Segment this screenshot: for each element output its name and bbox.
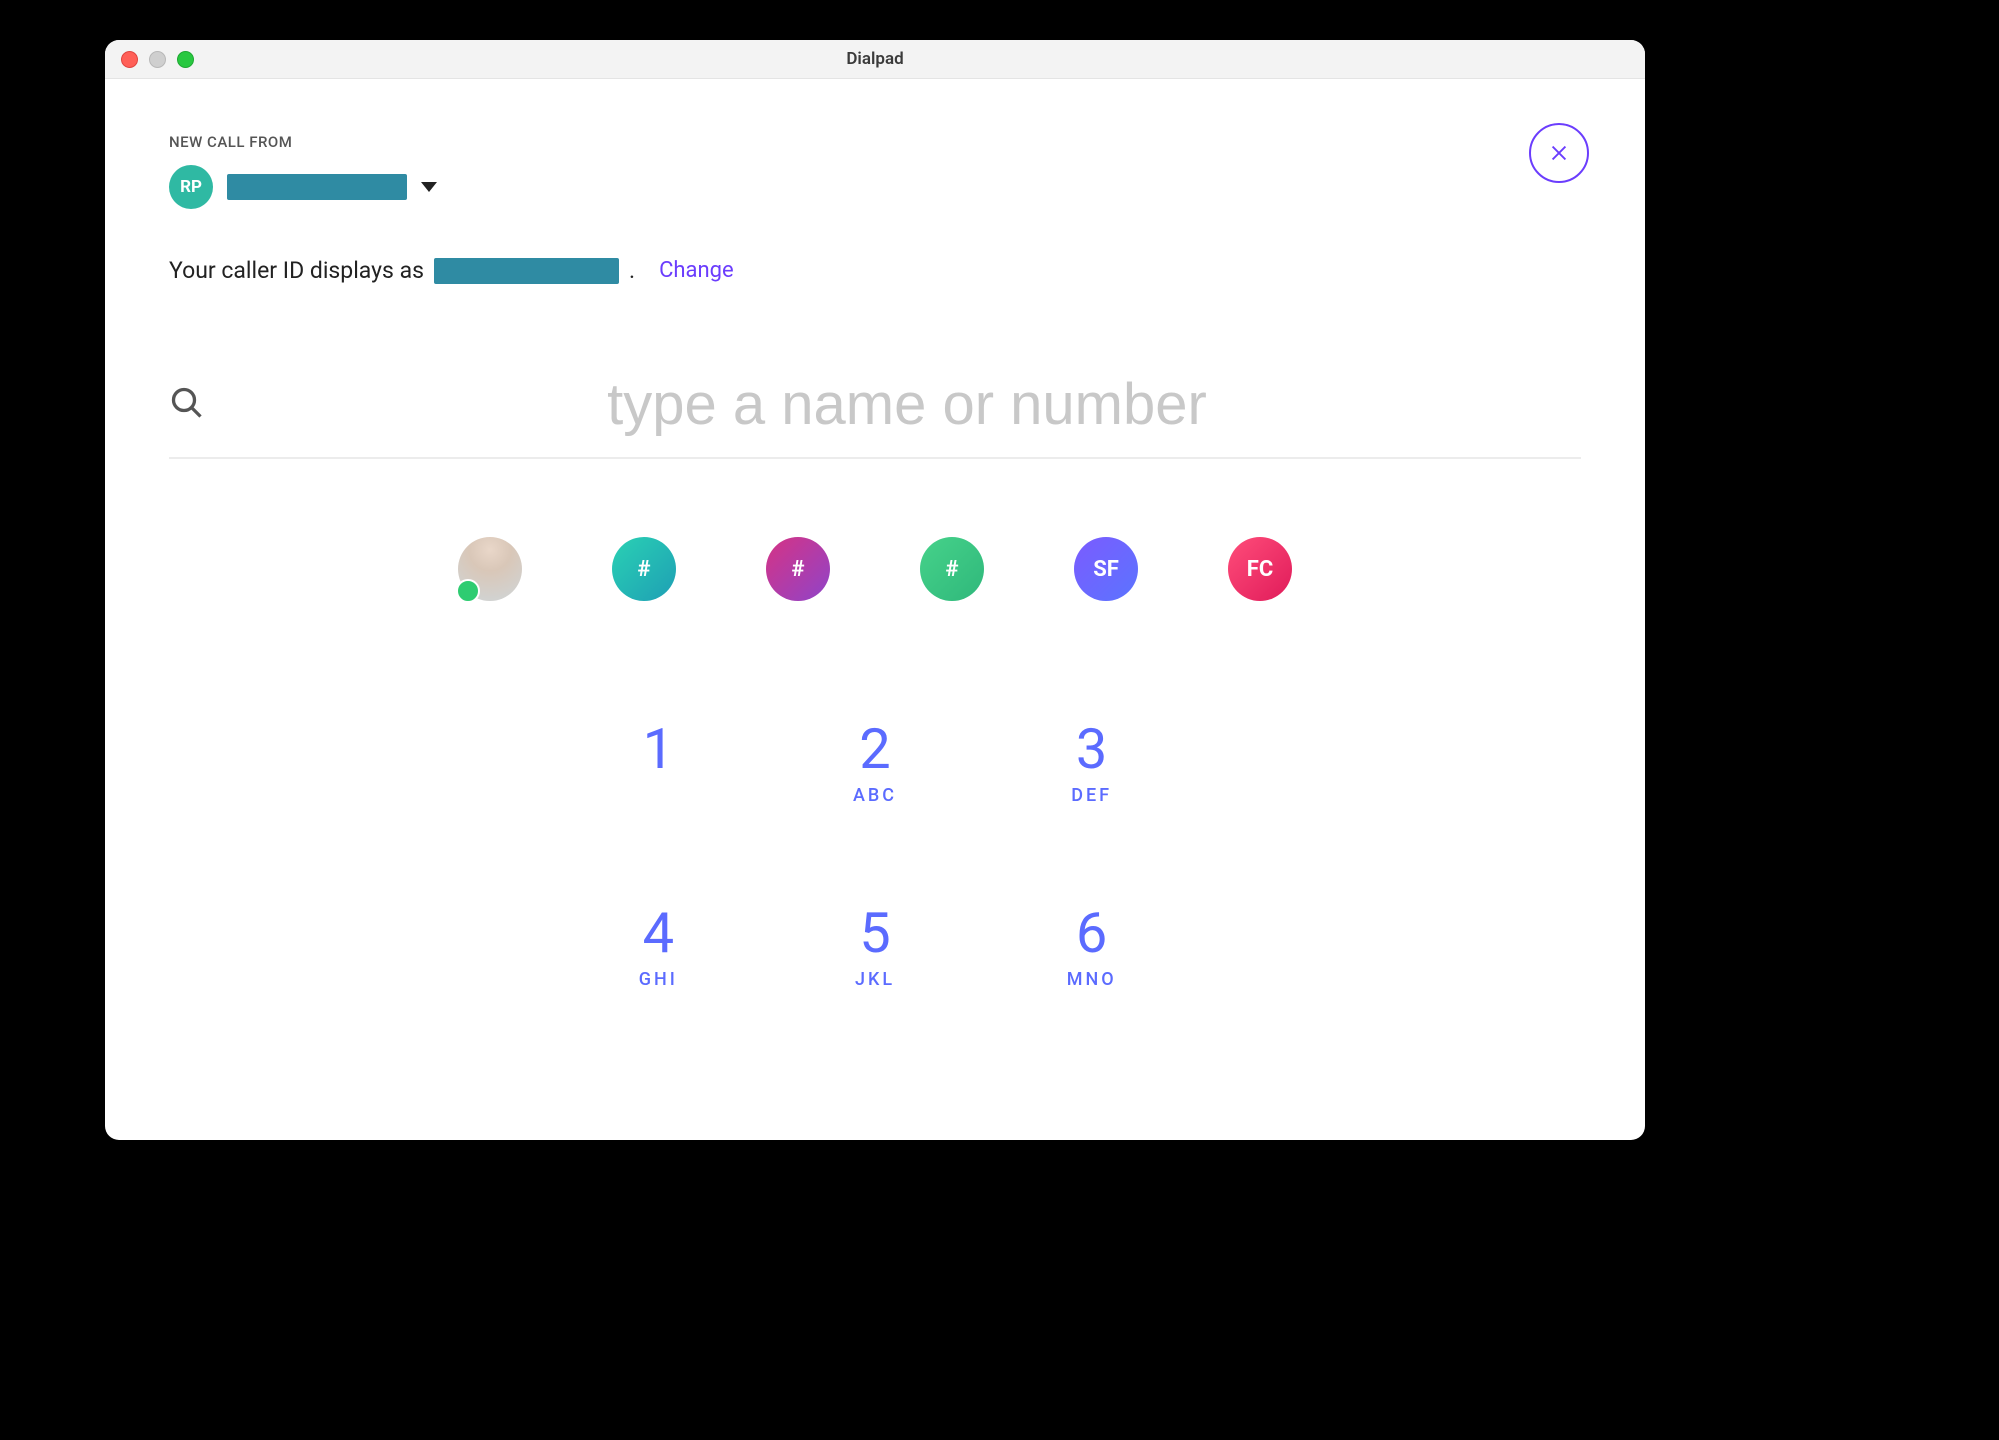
contact-chip[interactable] [458,537,522,601]
contact-chip[interactable]: # [766,537,830,601]
avatar-initials: RP [180,177,202,197]
keypad-letters: MNO [998,969,1185,989]
keypad-key-4[interactable]: 4 GHI [565,905,752,989]
hash-icon: # [945,557,958,582]
titlebar: Dialpad [105,40,1645,79]
keypad-key-5[interactable]: 5 JKL [782,905,969,989]
app-window: Dialpad NEW CALL FROM RP Your caller ID … [105,40,1645,1140]
avatar: RP [169,165,213,209]
search-icon [169,385,205,425]
keypad-letters [565,785,752,805]
contact-initials: SF [1093,557,1119,582]
chevron-down-icon[interactable] [421,182,437,192]
window-title: Dialpad [105,49,1645,69]
hash-icon: # [791,557,804,582]
window-close-icon[interactable] [121,51,138,68]
contact-chip[interactable]: # [612,537,676,601]
new-call-from-label: NEW CALL FROM [169,133,1581,151]
keypad-key-6[interactable]: 6 MNO [998,905,1185,989]
contact-chip[interactable]: # [920,537,984,601]
hash-icon: # [637,557,650,582]
window-controls [105,51,194,68]
keypad-digit: 5 [782,905,969,961]
window-zoom-icon[interactable] [177,51,194,68]
content: NEW CALL FROM RP Your caller ID displays… [105,79,1645,989]
caller-id-suffix: . [629,257,635,284]
call-from-selector[interactable]: RP [169,165,1581,209]
keypad-letters: GHI [565,969,752,989]
window-minimize-icon[interactable] [149,51,166,68]
caller-id-row: Your caller ID displays as . Change [169,257,1581,284]
keypad-key-2[interactable]: 2 ABC [782,721,969,805]
keypad-digit: 3 [998,721,1185,777]
keypad-digit: 1 [565,721,752,777]
keypad-digit: 2 [782,721,969,777]
presence-indicator-icon [456,579,480,603]
caller-id-number-redacted [434,258,619,284]
contact-chip[interactable]: SF [1074,537,1138,601]
search-row [169,370,1581,459]
keypad-digit: 6 [998,905,1185,961]
keypad: 1 2 ABC 3 DEF 4 GHI 5 JKL 6 MNO [565,721,1185,989]
contact-initials: FC [1247,557,1273,582]
keypad-digit: 4 [565,905,752,961]
keypad-key-1[interactable]: 1 [565,721,752,805]
change-caller-id-link[interactable]: Change [659,258,734,283]
keypad-letters: DEF [998,785,1185,805]
keypad-letters: JKL [782,969,969,989]
close-icon [1548,142,1570,164]
close-button[interactable] [1529,123,1589,183]
contact-chip[interactable]: FC [1228,537,1292,601]
keypad-letters: ABC [782,785,969,805]
keypad-key-3[interactable]: 3 DEF [998,721,1185,805]
caller-name-redacted [227,174,407,200]
recent-contacts: # # # SF FC [169,537,1581,601]
caller-id-prefix: Your caller ID displays as [169,257,424,284]
dial-input[interactable] [233,370,1581,439]
